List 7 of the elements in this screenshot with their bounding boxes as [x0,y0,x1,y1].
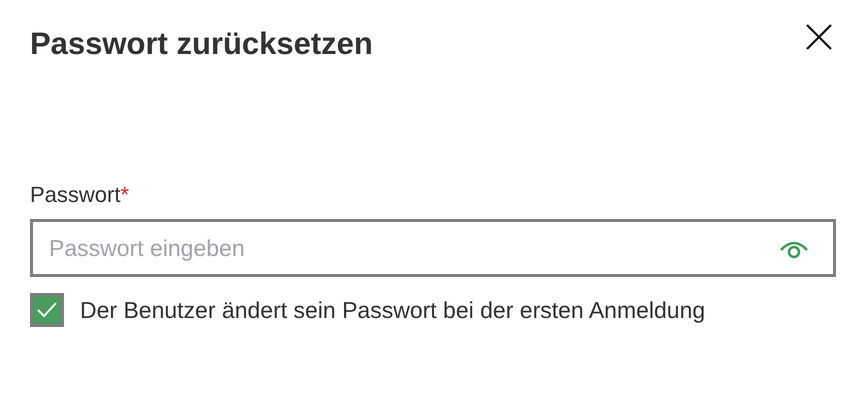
password-field[interactable]: Passwort eingeben [30,219,836,277]
close-button[interactable] [804,22,834,52]
field-label: Passwort* [30,181,130,209]
checkbox[interactable] [30,293,64,328]
check-icon [36,301,58,320]
checkbox-label: Der Benutzer ändert sein Passwort bei der ersten Anmeldung [80,296,706,325]
dialog-title: Passwort zurücksetzen [30,25,373,63]
